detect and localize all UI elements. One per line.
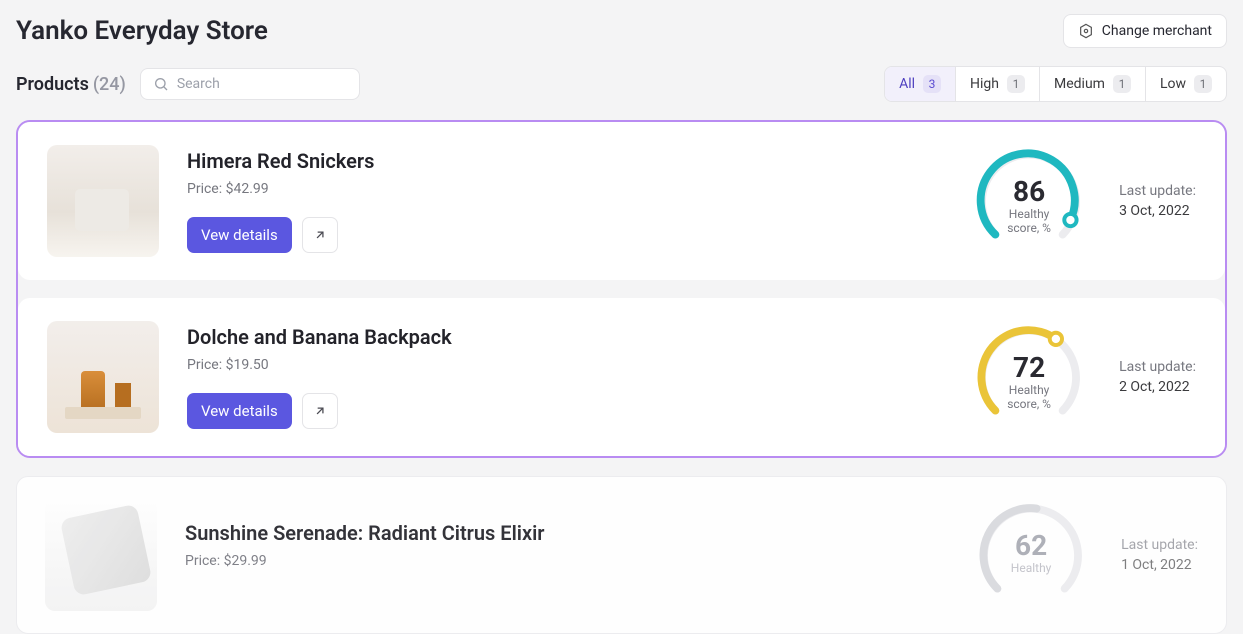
healthy-score-gauge: 62 Healthy [975, 499, 1087, 611]
last-update-label: Last update: [1119, 183, 1196, 199]
filter-count-badge: 3 [923, 75, 941, 93]
search-input[interactable] [177, 76, 347, 92]
filter-label: All [899, 76, 915, 92]
score-value: 72 [973, 351, 1085, 384]
filter-count-badge: 1 [1194, 75, 1212, 93]
product-title: Dolche and Banana Backpack [187, 325, 945, 349]
product-price: Price: $19.50 [187, 357, 945, 373]
product-title: Sunshine Serenade: Radiant Citrus Elixir [185, 521, 947, 545]
search-icon [153, 76, 169, 92]
open-external-button[interactable] [302, 393, 338, 429]
filter-count-badge: 1 [1113, 75, 1131, 93]
last-update-value: 3 Oct, 2022 [1119, 203, 1196, 219]
score-value: 62 [975, 529, 1087, 562]
filter-label: Medium [1054, 76, 1105, 92]
product-thumbnail [47, 145, 159, 257]
score-label: Healthyscore, % [973, 207, 1085, 236]
filter-all[interactable]: All 3 [885, 67, 955, 101]
products-label: Products [16, 74, 89, 95]
products-count: (24) [93, 74, 126, 95]
filter-label: Low [1160, 76, 1186, 92]
external-link-icon [313, 404, 327, 418]
filter-medium[interactable]: Medium 1 [1039, 67, 1145, 101]
filter-low[interactable]: Low 1 [1145, 67, 1226, 101]
score-label: Healthyscore, % [973, 383, 1085, 412]
products-heading: Products (24) [16, 74, 126, 95]
merchant-icon [1078, 23, 1094, 39]
change-merchant-label: Change merchant [1102, 23, 1212, 39]
healthy-score-gauge: 72 Healthyscore, % [973, 321, 1085, 433]
product-thumbnail [45, 499, 157, 611]
product-title: Himera Red Snickers [187, 149, 945, 173]
external-link-icon [313, 228, 327, 242]
store-title: Yanko Everyday Store [16, 16, 268, 46]
last-update-value: 1 Oct, 2022 [1121, 557, 1198, 573]
last-update-label: Last update: [1121, 537, 1198, 553]
filter-label: High [970, 76, 999, 92]
product-card: Sunshine Serenade: Radiant Citrus Elixir… [16, 476, 1227, 634]
last-update-label: Last update: [1119, 359, 1196, 375]
view-details-button[interactable]: Vew details [187, 217, 292, 253]
healthy-score-gauge: 86 Healthyscore, % [973, 145, 1085, 257]
search-input-wrap[interactable] [140, 68, 360, 100]
product-price: Price: $42.99 [187, 181, 945, 197]
change-merchant-button[interactable]: Change merchant [1063, 14, 1227, 48]
filter-group: All 3 High 1 Medium 1 Low 1 [884, 66, 1227, 102]
product-card: Himera Red Snickers Price: $42.99 Vew de… [18, 122, 1225, 280]
filter-count-badge: 1 [1007, 75, 1025, 93]
score-label: Healthy [975, 561, 1087, 575]
last-update-value: 2 Oct, 2022 [1119, 379, 1196, 395]
filter-high[interactable]: High 1 [955, 67, 1039, 101]
product-card: Dolche and Banana Backpack Price: $19.50… [18, 298, 1225, 456]
view-details-button[interactable]: Vew details [187, 393, 292, 429]
product-thumbnail [47, 321, 159, 433]
highlighted-product-group: Himera Red Snickers Price: $42.99 Vew de… [16, 120, 1227, 458]
open-external-button[interactable] [302, 217, 338, 253]
score-value: 86 [973, 175, 1085, 208]
